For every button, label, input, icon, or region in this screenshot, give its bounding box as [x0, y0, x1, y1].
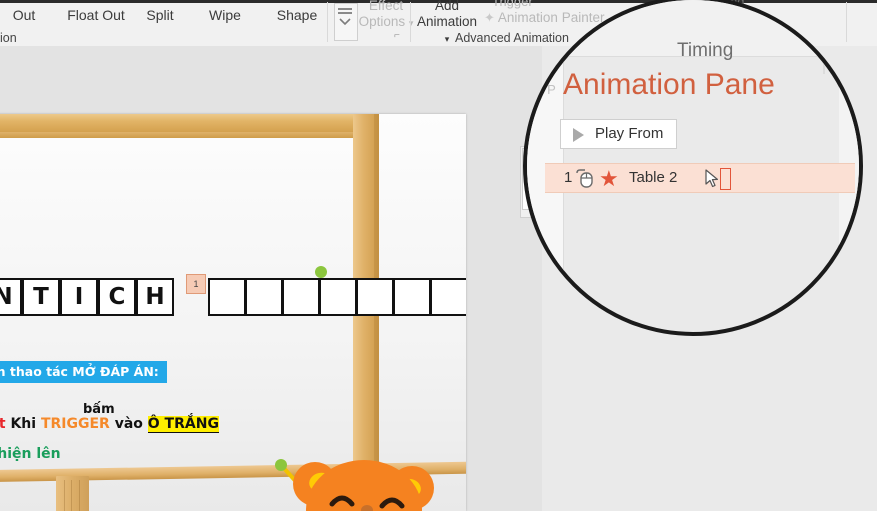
instruction-highlight-o-trang: Ô TRẮNG — [147, 416, 219, 433]
crossword-cell[interactable] — [245, 278, 283, 316]
crossword-cell[interactable] — [319, 278, 357, 316]
magnifier-zoom-circle: Timing on P Animation Pane Play From 1 ★… — [523, 0, 863, 336]
wooden-frame-top — [0, 114, 378, 132]
add-animation-label-1: Add — [434, 0, 460, 13]
instruction-heading: n bản thao tác MỞ ĐÁP ÁN: — [0, 361, 167, 383]
green-dot-marker — [315, 266, 327, 278]
workspace: N T I C H 1 n bản thao tác MỞ ĐÁP ÁN: bấ… — [0, 0, 877, 511]
ribbon-group-label-animation: ion — [0, 31, 17, 45]
play-icon — [573, 128, 584, 142]
crossword-cell[interactable] — [356, 278, 394, 316]
animation-list-item-table-2[interactable]: 1 ★ Table 2 — [545, 163, 855, 193]
ribbon-divider-2 — [410, 2, 411, 42]
crossword-cell[interactable]: C — [98, 278, 136, 316]
gallery-more-arrow-button[interactable] — [334, 3, 358, 41]
animation-pane-title: Animation Pane — [563, 68, 775, 101]
wooden-frame-top-shadow — [0, 132, 356, 138]
animation-item-name: Table 2 — [629, 169, 678, 186]
instruction-trigger-word: TRIGGER — [40, 416, 110, 432]
mouse-click-icon — [576, 169, 593, 188]
paintbrush-star-icon: ✦ — [484, 10, 495, 25]
effect-options-label-1: Effect — [368, 0, 404, 13]
animation-order-number: 1 — [564, 169, 573, 186]
magnified-left-strip: on P — [527, 56, 564, 332]
instruction-vao: vào — [114, 416, 143, 432]
crossword-cell[interactable]: T — [22, 278, 60, 316]
crossword-cell[interactable]: H — [136, 278, 174, 316]
ribbon-divider — [327, 2, 328, 42]
dialog-box-launcher-icon[interactable]: ⌐ — [394, 30, 400, 41]
wooden-bench-leg — [56, 476, 89, 511]
play-from-button[interactable]: Play From — [560, 119, 677, 149]
animation-gallery-item-wipe[interactable]: Wipe — [192, 0, 258, 30]
slide-canvas[interactable]: N T I C H 1 n bản thao tác MỞ ĐÁP ÁN: bấ… — [0, 114, 466, 511]
crossword-cell[interactable] — [208, 278, 246, 316]
magnified-animation-painter-label: on P — [529, 82, 556, 97]
effect-options-button[interactable]: Effect Options ▾ — [356, 0, 416, 31]
animation-gallery-item-shape[interactable]: Shape — [262, 0, 332, 30]
animation-timeline-bar[interactable] — [720, 168, 731, 190]
animation-gallery-item-split[interactable]: Split — [125, 0, 195, 30]
trigger-number-badge[interactable]: 1 — [186, 274, 206, 294]
crossword-cell[interactable]: I — [60, 278, 98, 316]
instruction-bam-label: bấm — [83, 402, 115, 417]
play-from-label: Play From — [595, 125, 664, 142]
animation-gallery-item-out[interactable]: Out — [0, 0, 48, 30]
mouse-cursor-pointer-icon — [705, 169, 718, 188]
instruction-khi: Khi — [10, 416, 37, 432]
bear-character-illustration — [275, 459, 434, 511]
instruction-line-2: n mất Khi TRIGGER vào Ô TRẮNG — [0, 416, 219, 433]
magnified-ribbon-divider — [823, 18, 825, 74]
chevron-down-icon — [339, 18, 351, 26]
instruction-line-3: dưới hiện lên — [0, 446, 61, 462]
star-effect-icon: ★ — [599, 166, 619, 191]
effect-options-label-2: Options ▾ — [358, 14, 414, 29]
magnified-timing-group-label: Timing — [677, 40, 734, 61]
instruction-red-fragment: n mất — [0, 416, 6, 432]
crossword-cell[interactable]: N — [0, 278, 22, 316]
crossword-cell[interactable] — [282, 278, 320, 316]
crossword-cell[interactable] — [430, 278, 466, 316]
crossword-cell[interactable] — [393, 278, 431, 316]
